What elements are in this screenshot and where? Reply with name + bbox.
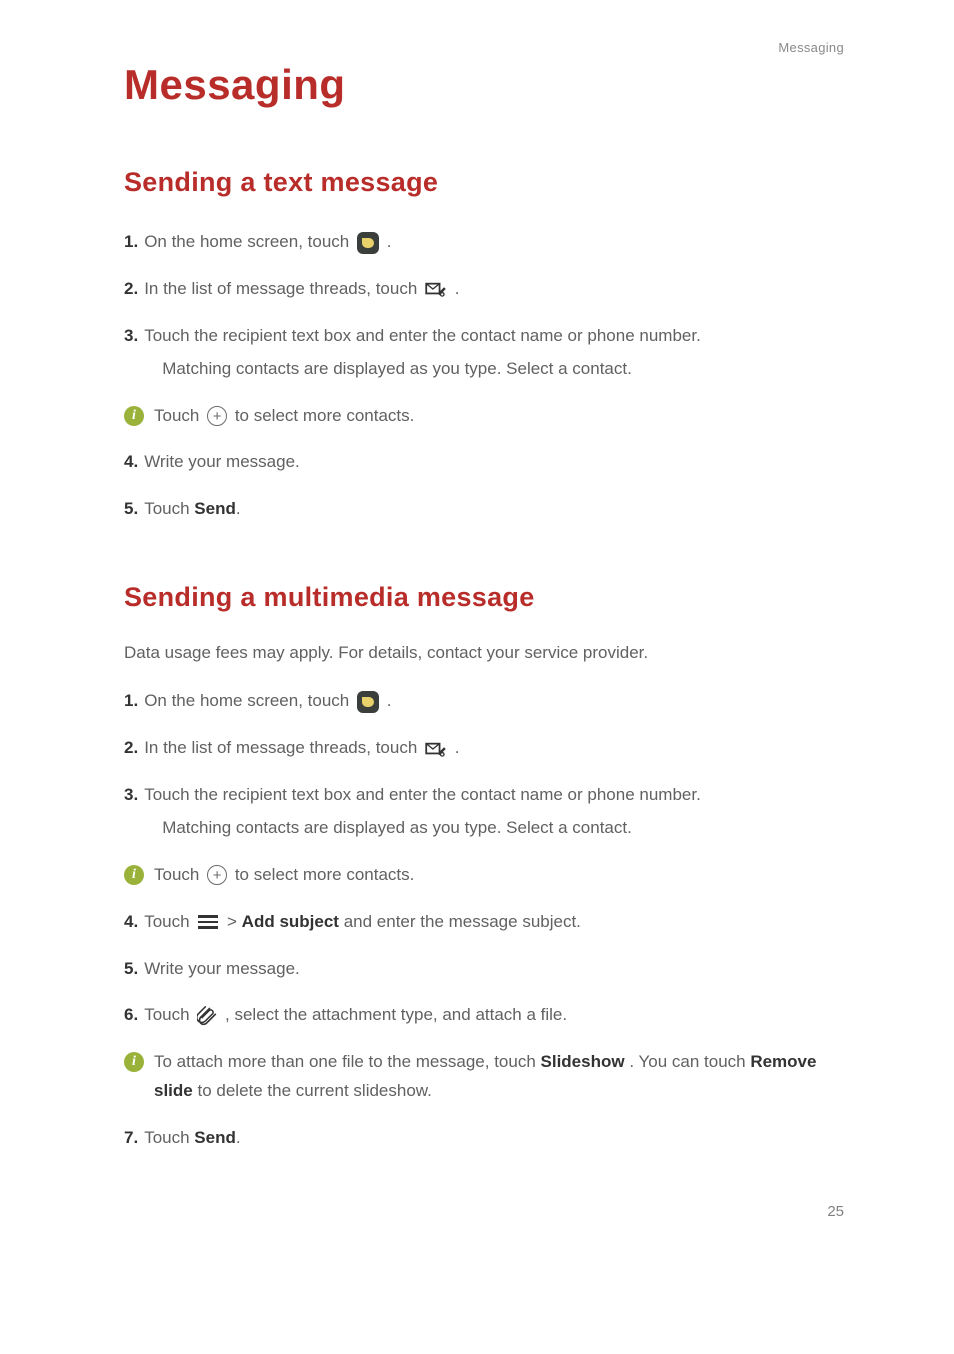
note-text: To attach more than one file to the mess…	[154, 1052, 541, 1071]
step-text: , select the attachment type, and attach…	[225, 1005, 567, 1024]
slideshow-label: Slideshow	[541, 1052, 625, 1071]
step-number: 3.	[124, 781, 138, 810]
step-number: 5.	[124, 495, 138, 524]
chapter-title: Messaging	[124, 61, 844, 109]
step-body: Touch , select the attachment type, and …	[144, 1001, 844, 1030]
info-note: i Touch + to select more contacts.	[124, 861, 844, 890]
info-note: i To attach more than one file to the me…	[124, 1048, 844, 1106]
attachment-icon	[197, 1006, 217, 1026]
section-title-multimedia-message: Sending a multimedia message	[124, 582, 844, 613]
note-text: to delete the current slideshow.	[197, 1081, 431, 1100]
step-body: In the list of message threads, touch .	[144, 275, 844, 304]
menu-icon	[198, 914, 218, 930]
info-note: i Touch + to select more contacts.	[124, 402, 844, 431]
note-body: To attach more than one file to the mess…	[154, 1048, 844, 1106]
step-body: On the home screen, touch .	[144, 687, 844, 716]
step-1: 1. On the home screen, touch .	[124, 228, 844, 257]
note-text: to select more contacts.	[235, 406, 415, 425]
add-subject-label: Add subject	[242, 912, 339, 931]
step-text: On the home screen, touch	[144, 232, 354, 251]
step-number: 6.	[124, 1001, 138, 1030]
compose-message-icon	[425, 741, 447, 757]
step-number: 7.	[124, 1124, 138, 1153]
add-contact-icon: +	[207, 865, 227, 885]
step-4: 4. Touch > Add subject and enter the mes…	[124, 908, 844, 937]
step-text: Matching contacts are displayed as you t…	[162, 814, 844, 843]
note-text: to select more contacts.	[235, 865, 415, 884]
add-contact-icon: +	[207, 406, 227, 426]
section-intro: Data usage fees may apply. For details, …	[124, 643, 844, 663]
step-number: 4.	[124, 908, 138, 937]
note-body: Touch + to select more contacts.	[154, 861, 844, 890]
step-text: and enter the message subject.	[344, 912, 581, 931]
step-text: Touch	[144, 1005, 194, 1024]
step-text: Touch	[144, 1128, 194, 1147]
step-text: Write your message.	[144, 448, 844, 477]
messaging-app-icon	[357, 691, 379, 713]
page-container: Messaging Messaging Sending a text messa…	[0, 0, 954, 1270]
step-body: Touch > Add subject and enter the messag…	[144, 908, 844, 937]
step-text: .	[455, 279, 460, 298]
step-text: .	[387, 691, 392, 710]
page-number: 25	[124, 1203, 844, 1220]
info-icon: i	[124, 865, 144, 885]
step-body: Touch the recipient text box and enter t…	[144, 322, 844, 384]
note-text: Touch	[154, 406, 204, 425]
step-5: 5. Touch Send.	[124, 495, 844, 524]
step-text: Touch the recipient text box and enter t…	[144, 785, 701, 804]
step-text: In the list of message threads, touch	[144, 738, 422, 757]
step-5: 5. Write your message.	[124, 955, 844, 984]
step-text: .	[387, 232, 392, 251]
step-text: .	[236, 1128, 241, 1147]
step-2: 2. In the list of message threads, touch…	[124, 734, 844, 763]
step-2: 2. In the list of message threads, touch…	[124, 275, 844, 304]
note-text: Touch	[154, 865, 204, 884]
note-body: Touch + to select more contacts.	[154, 402, 844, 431]
step-6: 6. Touch , select the attachment type, a…	[124, 1001, 844, 1030]
step-number: 2.	[124, 275, 138, 304]
note-text: . You can touch	[629, 1052, 750, 1071]
step-number: 4.	[124, 448, 138, 477]
step-number: 2.	[124, 734, 138, 763]
info-icon: i	[124, 406, 144, 426]
step-body: Touch Send.	[144, 495, 844, 524]
step-3: 3. Touch the recipient text box and ente…	[124, 781, 844, 843]
step-body: Touch Send.	[144, 1124, 844, 1153]
step-body: In the list of message threads, touch .	[144, 734, 844, 763]
step-text: Touch	[144, 499, 194, 518]
step-text: .	[236, 499, 241, 518]
step-number: 1.	[124, 228, 138, 257]
step-text: In the list of message threads, touch	[144, 279, 422, 298]
running-header: Messaging	[124, 40, 844, 55]
step-text: Touch	[144, 912, 194, 931]
step-text: Write your message.	[144, 955, 844, 984]
send-label: Send	[194, 1128, 236, 1147]
step-4: 4. Write your message.	[124, 448, 844, 477]
step-text: On the home screen, touch	[144, 691, 354, 710]
section-title-text-message: Sending a text message	[124, 167, 844, 198]
step-text: Matching contacts are displayed as you t…	[162, 355, 844, 384]
step-text: .	[455, 738, 460, 757]
step-text: Touch the recipient text box and enter t…	[144, 326, 701, 345]
step-text: >	[227, 912, 242, 931]
compose-message-icon	[425, 281, 447, 297]
info-icon: i	[124, 1052, 144, 1072]
step-number: 5.	[124, 955, 138, 984]
step-body: Touch the recipient text box and enter t…	[144, 781, 844, 843]
send-label: Send	[194, 499, 236, 518]
messaging-app-icon	[357, 232, 379, 254]
step-3: 3. Touch the recipient text box and ente…	[124, 322, 844, 384]
step-body: On the home screen, touch .	[144, 228, 844, 257]
step-number: 3.	[124, 322, 138, 351]
step-1: 1. On the home screen, touch .	[124, 687, 844, 716]
step-7: 7. Touch Send.	[124, 1124, 844, 1153]
step-number: 1.	[124, 687, 138, 716]
